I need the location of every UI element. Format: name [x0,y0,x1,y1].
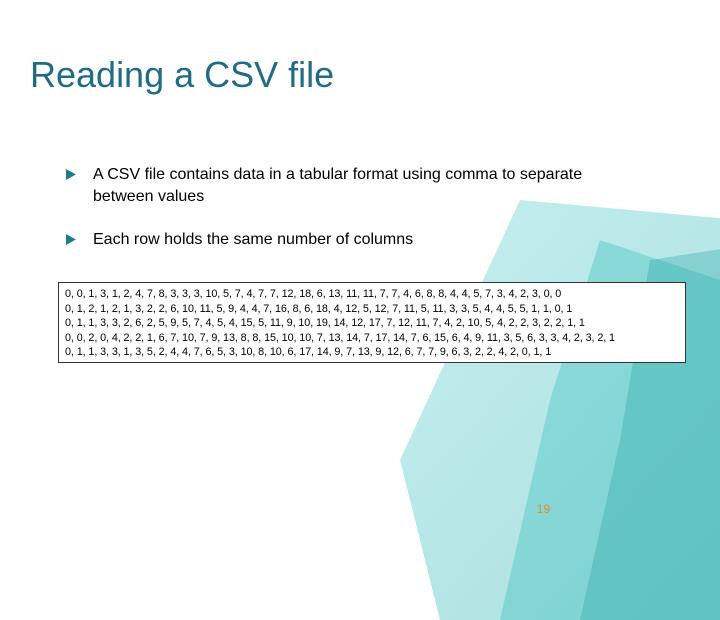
csv-row: 0, 1, 1, 3, 3, 1, 3, 5, 2, 4, 4, 7, 6, 5… [65,345,679,360]
csv-row: 0, 0, 1, 3, 1, 2, 4, 7, 8, 3, 3, 3, 10, … [65,287,679,302]
page-title: Reading a CSV file [30,54,334,96]
csv-row: 0, 0, 2, 0, 4, 2, 2, 1, 6, 7, 10, 7, 9, … [65,331,679,346]
page-number: 19 [537,502,550,516]
bullet-text: Each row holds the same number of column… [93,229,626,251]
list-item: Each row holds the same number of column… [66,229,626,251]
csv-row: 0, 1, 2, 1, 2, 1, 3, 2, 2, 6, 10, 11, 5,… [65,302,679,317]
csv-example-box: 0, 0, 1, 3, 1, 2, 4, 7, 8, 3, 3, 3, 10, … [58,282,686,363]
csv-row: 0, 1, 1, 3, 3, 2, 6, 2, 5, 9, 5, 7, 4, 5… [65,316,679,331]
list-item: A CSV file contains data in a tabular fo… [66,164,626,207]
bullet-icon [66,234,77,245]
bullet-text: A CSV file contains data in a tabular fo… [93,164,626,207]
bullet-list: A CSV file contains data in a tabular fo… [66,164,626,273]
bullet-icon [66,169,77,180]
